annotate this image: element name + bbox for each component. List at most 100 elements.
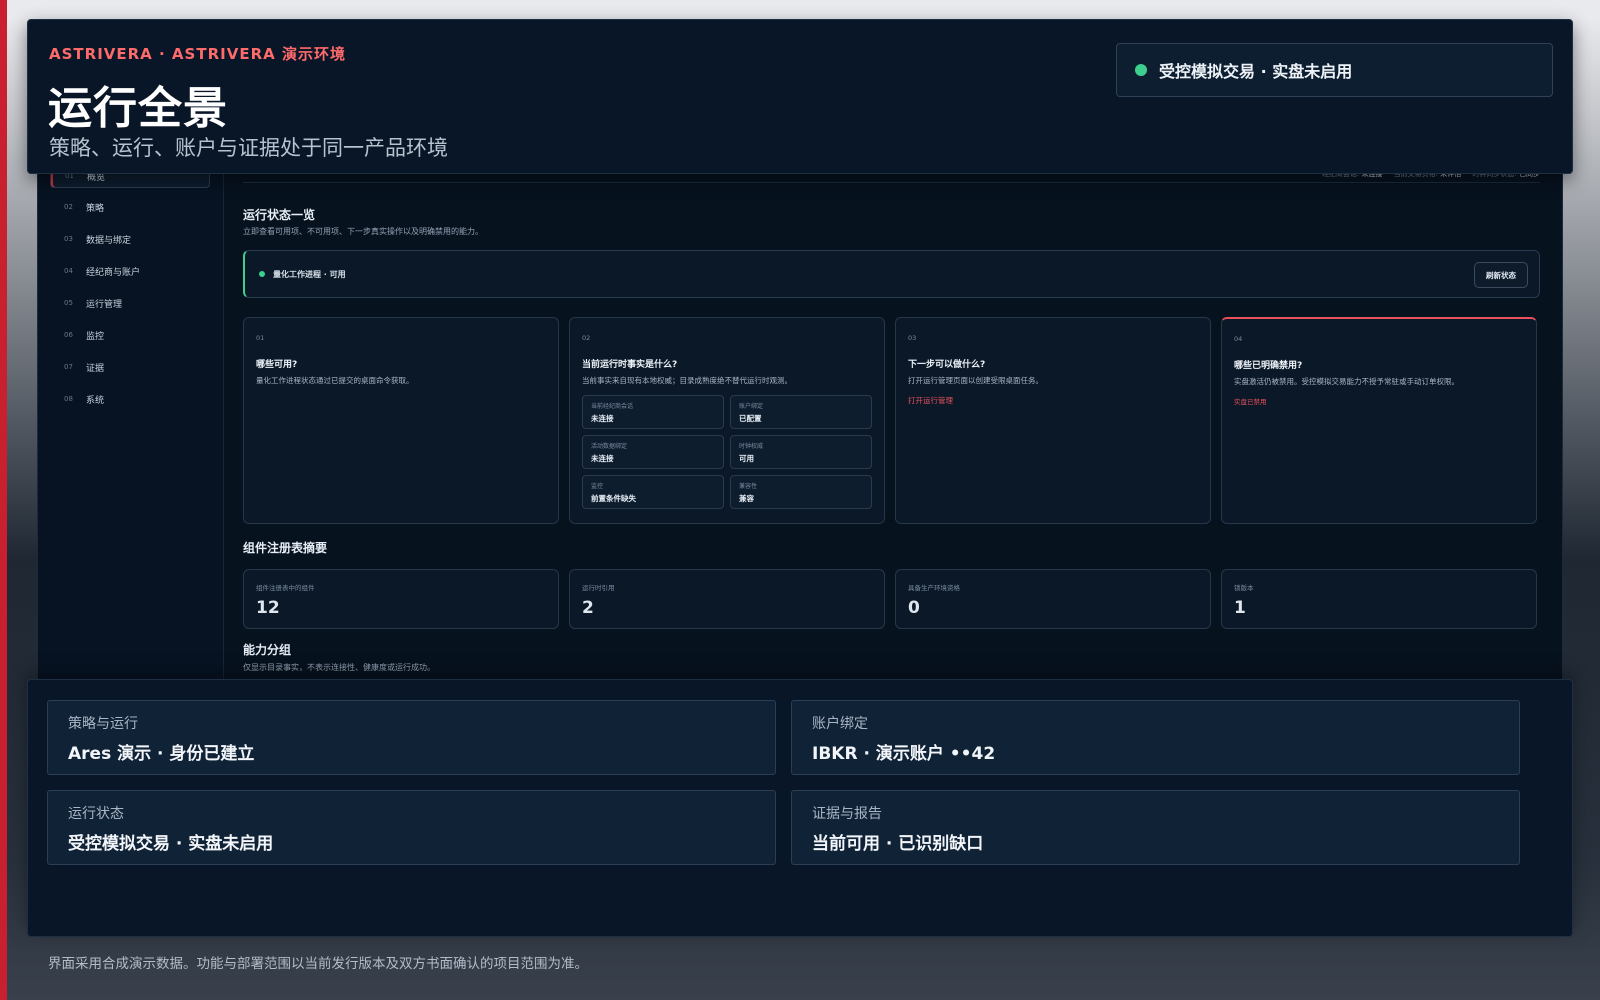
fact-compatibility: 兼容性 兼容 [730, 474, 872, 509]
summary-key: 证据与报告 [812, 806, 882, 822]
sidebar-item-system[interactable]: 08 系统 [50, 387, 210, 411]
trading-status-badge: 受控模拟交易 · 实盘未启用 [1116, 43, 1553, 97]
nav-number: 07 [64, 363, 73, 371]
stat-runtime-refs: 运行时引用 2 [569, 569, 885, 629]
stat-label: 运行时引用 [582, 584, 615, 592]
card-number: 03 [908, 334, 917, 342]
summary-key: 账户绑定 [812, 716, 868, 732]
sidebar-item-evidence[interactable]: 07 证据 [50, 355, 210, 379]
fact-label: 活动数据绑定 [591, 442, 628, 450]
summary-key: 策略与运行 [68, 716, 138, 732]
fact-value: 兼容 [739, 493, 754, 503]
stat-label: 具备生产环境资格 [908, 584, 960, 592]
card-title: 哪些可用? [256, 360, 298, 370]
trading-status-text: 受控模拟交易 · 实盘未启用 [1159, 62, 1353, 81]
live-disabled-link[interactable]: 实盘已禁用 [1234, 396, 1524, 406]
stat-lock-version: 锁版本 1 [1221, 569, 1537, 629]
fact-monitoring: 监控 前置条件缺失 [582, 474, 724, 509]
stat-value: 12 [256, 598, 280, 618]
divider [243, 182, 1540, 183]
stat-components: 组件注册表中的组件 12 [243, 569, 559, 629]
page-header: ASTRIVERA · ASTRIVERA 演示环境 运行全景 策略、运行、账户… [27, 19, 1573, 174]
overview-title: 运行状态一览 [243, 208, 316, 222]
card-number: 02 [582, 334, 591, 342]
fact-label: 时钟权威 [739, 442, 764, 450]
nav-number: 03 [64, 235, 73, 243]
fact-value: 已配置 [739, 413, 762, 423]
summary-panel: 策略与运行 Ares 演示 · 身份已建立 账户绑定 IBKR · 演示账户 •… [27, 679, 1573, 937]
nav-number: 02 [64, 203, 73, 211]
card-title: 哪些已明确禁用? [1234, 361, 1303, 371]
card-title: 当前运行时事实是什么? [582, 360, 678, 370]
nav-number: 05 [64, 299, 73, 307]
sidebar-item-data-binding[interactable]: 03 数据与绑定 [50, 227, 210, 251]
card-description: 量化工作进程状态通过已提交的桌面命令获取。 [256, 376, 414, 385]
fact-label: 账户绑定 [739, 402, 764, 410]
card-description: 当前事实来自现有本地权威；目录成熟度绝不替代运行时观测。 [582, 376, 792, 385]
sidebar: 01 概览 02 策略 03 数据与绑定 04 经纪商与账户 05 运行管理 0… [38, 81, 224, 709]
nav-label: 证据 [86, 363, 105, 374]
sidebar-item-run-management[interactable]: 05 运行管理 [50, 291, 210, 315]
stat-value: 2 [582, 598, 594, 618]
worker-status-strip: 量化工作进程 · 可用 刷新状态 [243, 250, 1540, 298]
sidebar-item-monitoring[interactable]: 06 监控 [50, 323, 210, 347]
open-run-management-link[interactable]: 打开运行管理 [908, 395, 1198, 406]
worker-status-text: 量化工作进程 · 可用 [273, 269, 346, 279]
fact-label: 当前经纪商会话 [591, 402, 634, 410]
status-dot-icon [259, 271, 265, 277]
card-next-steps: 03 下一步可以做什么? 打开运行管理页面以创建受限桌面任务。 打开运行管理 [895, 317, 1211, 524]
stat-value: 0 [908, 598, 920, 618]
card-description: 打开运行管理页面以创建受限桌面任务。 [908, 376, 1043, 385]
registry-title: 组件注册表摘要 [243, 541, 328, 555]
app-window: 01 概览 02 策略 03 数据与绑定 04 经纪商与账户 05 运行管理 0… [37, 80, 1563, 710]
card-disabled: 04 哪些已明确禁用? 实盘激活仍被禁用。受控模拟交易能力不授予常驻或手动订单权… [1221, 317, 1537, 524]
fact-data-binding: 活动数据绑定 未连接 [582, 434, 724, 469]
summary-evidence: 证据与报告 当前可用 · 已识别缺口 [791, 790, 1520, 865]
capability-title: 能力分组 [243, 643, 292, 657]
stat-label: 组件注册表中的组件 [256, 584, 315, 592]
summary-run-status: 运行状态 受控模拟交易 · 实盘未启用 [47, 790, 776, 865]
page-title: 运行全景 [48, 83, 228, 134]
sidebar-item-strategy[interactable]: 02 策略 [50, 195, 210, 219]
main-content: 经纪商会话: 未连接 · 当前交易资格: 未评估 · 时钟同步状态: 已同步 运… [243, 81, 1540, 709]
nav-label: 系统 [86, 395, 105, 406]
summary-value: IBKR · 演示账户 ••42 [812, 744, 996, 764]
summary-key: 运行状态 [68, 806, 124, 822]
fact-clock-authority: 时钟权威 可用 [730, 434, 872, 469]
fact-broker-session: 当前经纪商会话 未连接 [582, 394, 724, 429]
footnote: 界面采用合成演示数据。功能与部署范围以当前发行版本及双方书面确认的项目范围为准。 [48, 956, 588, 972]
fact-account-binding: 账户绑定 已配置 [730, 394, 872, 429]
accent-bar [0, 0, 7, 1000]
nav-number: 04 [64, 267, 73, 275]
card-number: 04 [1234, 335, 1243, 343]
stat-label: 锁版本 [1234, 584, 1254, 592]
facts-grid: 当前经纪商会话 未连接 账户绑定 已配置 活动数据绑定 未连接 时钟权威 可用 … [582, 394, 872, 509]
fact-label: 兼容性 [739, 482, 758, 490]
capability-subtitle: 仅显示目录事实，不表示连接性、健康度或运行成功。 [243, 663, 435, 672]
summary-strategy: 策略与运行 Ares 演示 · 身份已建立 [47, 700, 776, 775]
summary-account: 账户绑定 IBKR · 演示账户 ••42 [791, 700, 1520, 775]
card-runtime-facts: 02 当前运行时事实是什么? 当前事实来自现有本地权威；目录成熟度绝不替代运行时… [569, 317, 885, 524]
eyebrow: ASTRIVERA · ASTRIVERA 演示环境 [49, 45, 346, 63]
stat-value: 1 [1234, 598, 1246, 618]
nav-label: 经纪商与账户 [86, 267, 141, 278]
status-dot-icon [1135, 64, 1147, 76]
fact-value: 可用 [739, 453, 754, 463]
nav-label: 运行管理 [86, 299, 123, 310]
fact-label: 监控 [591, 482, 604, 490]
fact-value: 未连接 [591, 413, 614, 423]
overview-subtitle: 立即查看可用项、不可用项、下一步真实操作以及明确禁用的能力。 [243, 227, 483, 236]
sidebar-item-broker-accounts[interactable]: 04 经纪商与账户 [50, 259, 210, 283]
summary-value: Ares 演示 · 身份已建立 [68, 744, 255, 764]
stat-production-ready: 具备生产环境资格 0 [895, 569, 1211, 629]
nav-number: 08 [64, 395, 73, 403]
nav-label: 监控 [86, 331, 105, 342]
refresh-status-button[interactable]: 刷新状态 [1474, 262, 1528, 288]
summary-value: 受控模拟交易 · 实盘未启用 [68, 834, 274, 854]
card-title: 下一步可以做什么? [908, 360, 986, 370]
card-description: 实盘激活仍被禁用。受控模拟交易能力不授予常驻或手动订单权限。 [1234, 377, 1459, 386]
card-number: 01 [256, 334, 265, 342]
nav-label: 数据与绑定 [86, 235, 132, 246]
card-available: 01 哪些可用? 量化工作进程状态通过已提交的桌面命令获取。 [243, 317, 559, 524]
fact-value: 未连接 [591, 453, 614, 463]
